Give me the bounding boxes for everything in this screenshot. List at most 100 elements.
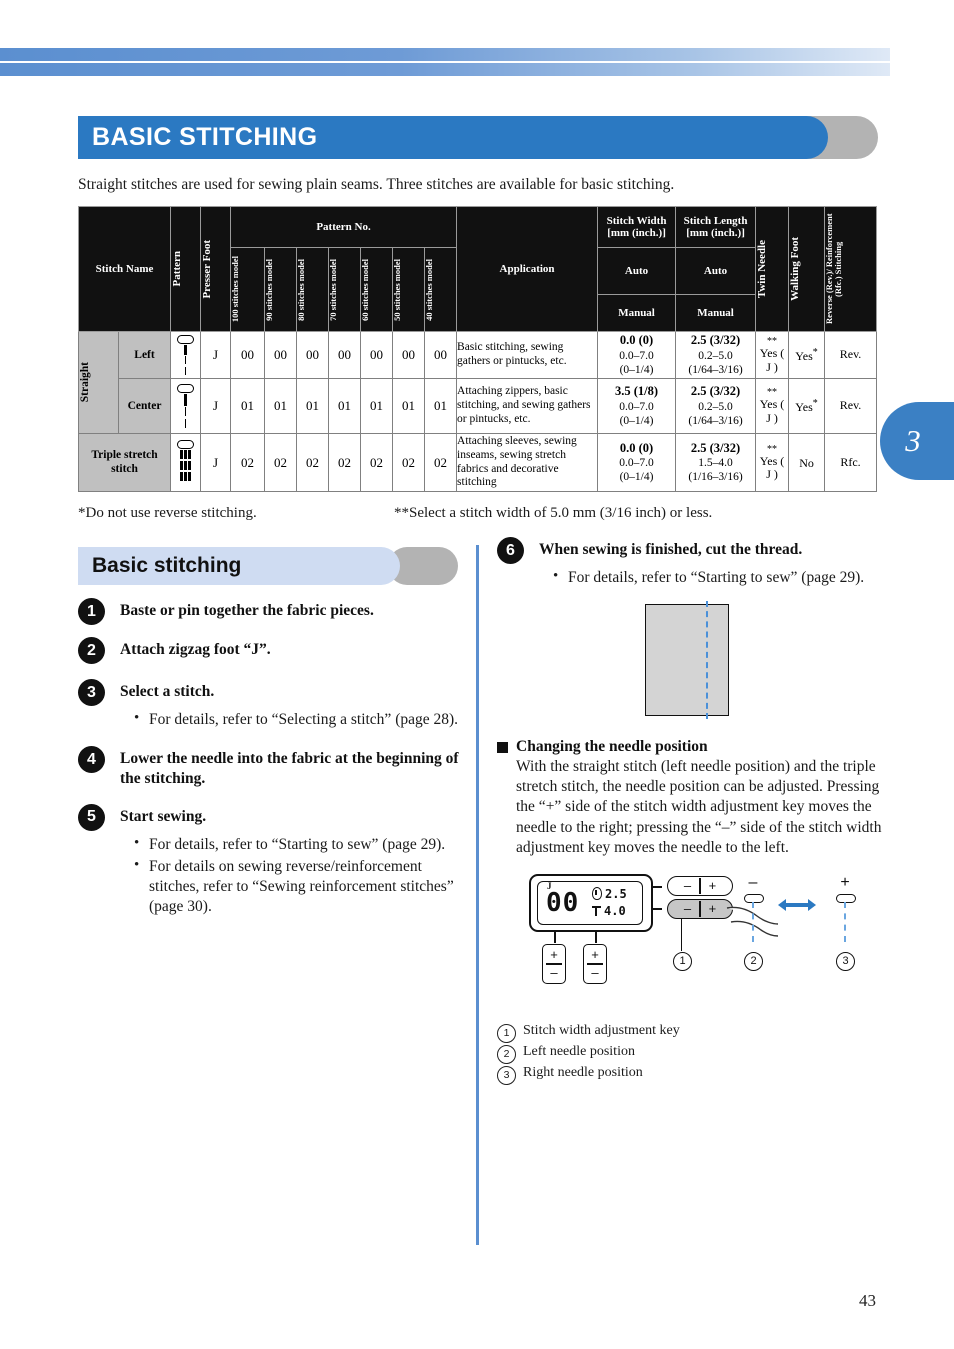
th-model-70: 70 stitches model (328, 247, 361, 332)
subsection-heading: Changing the needle position (516, 738, 708, 756)
th-model-90: 90 stitches model (264, 247, 297, 332)
lcd-tick-left (554, 929, 556, 943)
callout-1: 1 (673, 951, 692, 971)
triple-stretch-stitch-icon (170, 433, 201, 492)
cell-presser-foot: J (200, 433, 231, 492)
cell-pattern-no-70: 01 (328, 378, 361, 434)
cell-pattern-no-50: 00 (392, 331, 425, 379)
lcd-stitch-width-readout: 2.5 (592, 887, 627, 901)
straight-left-stitch-icon (170, 331, 201, 379)
step-1: 1 Baste or pin together the fabric piece… (78, 598, 463, 625)
left-column: 1 Baste or pin together the fabric piece… (78, 598, 463, 930)
cell-stitch-length: 2.5 (3/32) 1.5–4.0 (1/16–3/16) (675, 433, 757, 492)
footnote-double-star: **Select a stitch width of 5.0 mm (3/16 … (394, 505, 713, 521)
step-2: 2 Attach zigzag foot “J”. (78, 637, 463, 664)
cell-reverse: Rev. (824, 331, 878, 379)
cell-stitch-length: 2.5 (3/32) 0.2–5.0 (1/64–3/16) (675, 378, 757, 434)
top-decorative-bars (0, 48, 890, 76)
cell-pattern-no-70: 02 (328, 433, 361, 492)
machine-key-left-minus: – (550, 965, 558, 981)
cell-application: Basic stitching, sewing gathers or pintu… (456, 331, 599, 379)
cell-pattern-no-40: 00 (423, 331, 458, 379)
th-walking-foot: Walking Foot (788, 206, 826, 332)
bullet-item: For details, refer to “Starting to sew” … (553, 567, 882, 588)
chapter-tab: 3 (880, 402, 954, 480)
divider (587, 963, 603, 965)
legend-item: 2 Left needle position (497, 1043, 680, 1064)
cell-pattern-no-100: 00 (230, 331, 265, 379)
left-needle-minus-sign: – (748, 873, 758, 891)
th-length-manual: Manual (675, 294, 757, 332)
step-title: When sewing is finished, cut the thread. (539, 541, 803, 558)
cell-pattern-no-50: 02 (392, 433, 425, 492)
needle-eye-icon (744, 893, 764, 903)
length-key-plus: + (708, 878, 717, 894)
cell-stitch-length: 2.5 (3/32) 0.2–5.0 (1/64–3/16) (675, 331, 757, 379)
th-length-auto: Auto (675, 246, 757, 296)
column-divider (476, 545, 479, 1245)
diagram-legend: 1 Stitch width adjustment key 2 Left nee… (497, 1022, 680, 1085)
lcd-stitch-length-readout: 4.0 (592, 904, 626, 918)
th-model-40: 40 stitches model (423, 247, 458, 332)
th-stitch-width: Stitch Width [mm (inch.)] (597, 206, 677, 248)
cell-reverse: Rfc. (824, 433, 878, 492)
th-pattern: Pattern (170, 206, 201, 332)
right-column: 6 When sewing is finished, cut the threa… (497, 537, 882, 997)
stitch-length-adjustment-key[interactable]: – + (667, 875, 733, 896)
page-title-banner: BASIC STITCHING (78, 116, 878, 159)
th-model-100: 100 stitches model (230, 247, 265, 332)
fabric-seam-illustration (645, 601, 729, 720)
table-row: Center J 01 01 01 01 01 01 01 Attaching … (79, 378, 878, 434)
machine-key-right-plus: + (591, 947, 599, 963)
lead-dash-upper (653, 885, 662, 888)
th-model-50: 50 stitches model (392, 247, 425, 332)
cell-pattern-no-40: 01 (423, 378, 458, 434)
seam-line (706, 601, 708, 720)
machine-key-right[interactable]: + – (583, 943, 607, 984)
legend-callout-number: 1 (497, 1024, 516, 1043)
square-bullet-icon (497, 741, 508, 753)
needle-eye-icon (836, 893, 856, 903)
th-stitch-length: Stitch Length [mm (inch.)] (675, 206, 757, 248)
step-4: 4 Lower the needle into the fabric at th… (78, 746, 463, 788)
legend-callout-number: 2 (497, 1045, 516, 1064)
legend-label: Stitch width adjustment key (523, 1023, 680, 1038)
straight-center-stitch-icon (170, 378, 201, 434)
legend-callout-number: 3 (497, 1066, 516, 1085)
cell-walking-foot: No (788, 433, 826, 492)
cell-pattern-no-60: 01 (360, 378, 393, 434)
th-reverse-reinforcement: Reverse (Rev.)/ Reinforcement (Rfc.) Sti… (824, 206, 878, 332)
step-number-badge: 3 (78, 679, 105, 706)
divider (699, 900, 701, 917)
legend-label: Left needle position (523, 1044, 635, 1059)
machine-key-left[interactable]: + – (542, 943, 566, 984)
bullet-item: For details, refer to “Selecting a stitc… (134, 709, 463, 730)
section-heading-banner: Basic stitching (78, 547, 458, 585)
top-bar-upper (0, 48, 890, 61)
th-stitch-name: Stitch Name (78, 206, 171, 332)
page-title: BASIC STITCHING (92, 123, 318, 151)
th-width-manual: Manual (597, 294, 677, 332)
th-application: Application (456, 206, 599, 332)
step-3-bullets: For details, refer to “Selecting a stitc… (134, 709, 463, 730)
cell-stitch-width: 3.5 (1/8) 0.0–7.0 (0–1/4) (597, 378, 677, 434)
step-number-badge: 6 (497, 537, 524, 564)
machine-key-left-plus: + (550, 947, 558, 963)
cell-pattern-no-50: 01 (392, 378, 425, 434)
divider (699, 877, 701, 894)
intro-paragraph: Straight stitches are used for sewing pl… (78, 176, 675, 193)
changing-needle-position-section: Changing the needle position With the st… (497, 738, 882, 858)
step-5: 5 Start sewing. For details, refer to “S… (78, 803, 463, 917)
cell-pattern-no-80: 01 (296, 378, 329, 434)
cell-twin-needle: ** Yes ( J ) (755, 331, 790, 379)
step-number-badge: 4 (78, 746, 105, 774)
cell-walking-foot: Yes* (788, 378, 826, 434)
page-number: 43 (859, 1291, 876, 1310)
cell-presser-foot: J (200, 378, 231, 434)
stitch-width-adjustment-key[interactable]: – + (667, 898, 733, 919)
cell-group-straight: Straight (78, 331, 119, 434)
cell-twin-needle: ** Yes ( J ) (755, 433, 790, 492)
step-6: 6 When sewing is finished, cut the threa… (497, 537, 882, 588)
lcd-screen: J 00 2.5 4.0 (537, 880, 643, 925)
stitch-length-icon (592, 905, 601, 917)
